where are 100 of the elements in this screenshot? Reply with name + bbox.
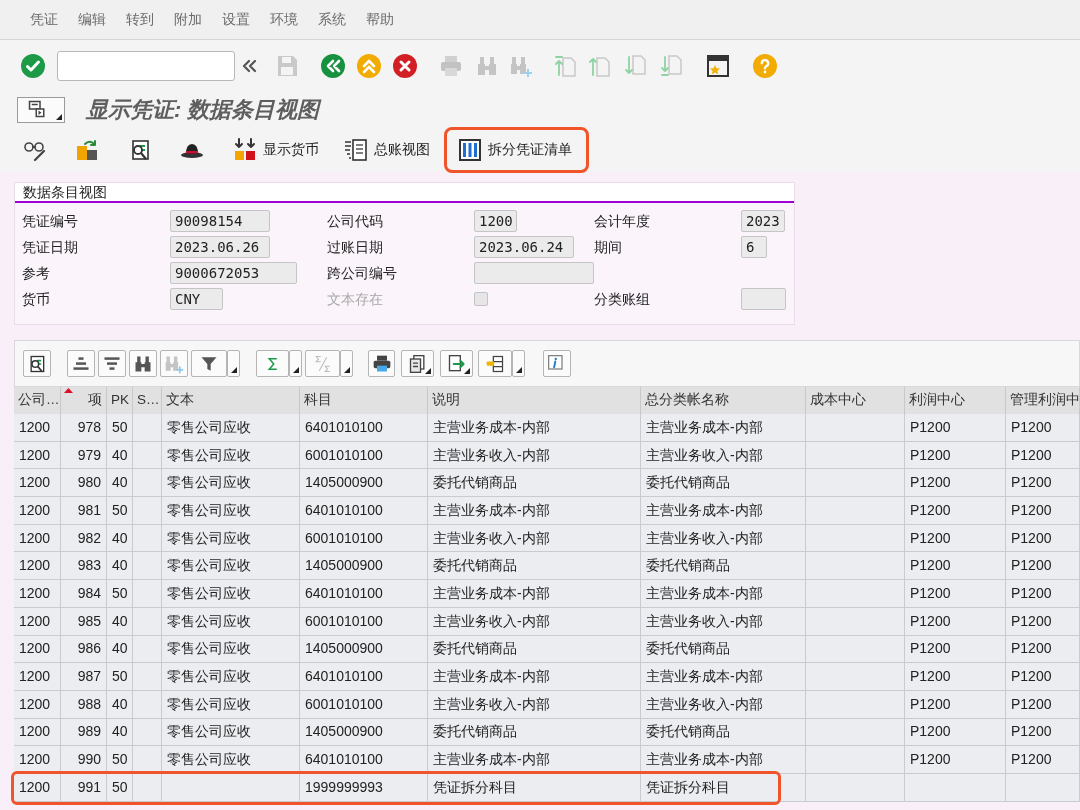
- table-cell: P1200: [905, 469, 1006, 498]
- table-cell: 1200: [14, 607, 61, 636]
- table-cell: 6401010100: [300, 497, 428, 525]
- views-button[interactable]: [401, 350, 434, 377]
- currency-button[interactable]: 显示货币: [233, 134, 319, 165]
- table-cell: 主营业务收入-内部: [428, 441, 641, 470]
- columns-icon: [458, 137, 482, 162]
- table-cell: [133, 607, 162, 636]
- menu-item[interactable]: 设置: [222, 9, 250, 30]
- table-cell: 零售公司应收: [162, 690, 300, 719]
- table-cell: 主营业务收入-内部: [428, 690, 641, 719]
- info-button[interactable]: [543, 350, 571, 377]
- table-cell: [133, 441, 162, 470]
- table-cell: 主营业务成本-内部: [428, 580, 641, 608]
- input-field[interactable]: 2023.06.24: [474, 236, 574, 258]
- table-cell: 6001010100: [300, 441, 428, 470]
- table-cell: P1200: [905, 580, 1006, 608]
- input-field[interactable]: CNY: [170, 288, 223, 310]
- table-cell: P1200: [1006, 746, 1080, 774]
- menu-button[interactable]: [17, 96, 65, 123]
- menu-item[interactable]: 转到: [126, 9, 154, 30]
- table-cell: P1200: [905, 718, 1006, 747]
- input-field[interactable]: 90098154: [170, 210, 270, 232]
- table-cell: 委托代销商品: [428, 635, 641, 664]
- table-cell: 零售公司应收: [162, 718, 300, 747]
- menu-item[interactable]: 环境: [270, 9, 298, 30]
- command-field[interactable]: [57, 51, 235, 81]
- input-field[interactable]: 1200: [474, 210, 517, 232]
- table-cell: 主营业务成本-内部: [641, 580, 806, 608]
- table-cell: 零售公司应收: [162, 746, 300, 774]
- table-cell: [133, 663, 162, 691]
- ledger-view-button[interactable]: 总账视图: [344, 134, 430, 165]
- dropdown-button[interactable]: [227, 350, 240, 377]
- split-list-button[interactable]: 拆分凭证清单: [444, 126, 589, 173]
- table-cell: 6001010100: [300, 607, 428, 636]
- field-label: 参考: [22, 263, 51, 283]
- menu-item[interactable]: 附加: [174, 9, 202, 30]
- layout-button[interactable]: [478, 350, 512, 377]
- input-field[interactable]: 2023: [741, 210, 785, 232]
- table-cell: 1200: [14, 552, 61, 581]
- table-cell: 1200: [14, 718, 61, 747]
- menu-item[interactable]: 编辑: [78, 9, 106, 30]
- double-chevron-left-icon[interactable]: [241, 58, 257, 74]
- caret-icon: [464, 368, 470, 374]
- table-cell: 1200: [14, 663, 61, 691]
- input-field[interactable]: 2023.06.26: [170, 236, 270, 258]
- table-cell: 990: [61, 746, 107, 774]
- table-cell: [133, 524, 162, 553]
- table-cell: 982: [61, 524, 107, 553]
- sort-ascending-button[interactable]: [67, 350, 95, 377]
- table-cell: 983: [61, 552, 107, 581]
- table-cell: P1200: [905, 607, 1006, 636]
- table-cell: 凭证拆分科目: [428, 773, 641, 802]
- table-cell: 1405000900: [300, 552, 428, 581]
- sort-descending-button[interactable]: [98, 350, 126, 377]
- check-icon[interactable]: [21, 54, 45, 78]
- back-icon[interactable]: [321, 54, 345, 78]
- table-cell: 零售公司应收: [162, 635, 300, 664]
- table-cell: P1200: [1006, 635, 1080, 664]
- menu-item[interactable]: 帮助: [366, 9, 394, 30]
- table-cell: P1200: [1006, 690, 1080, 719]
- input-field[interactable]: 9000672053: [170, 262, 297, 284]
- print-button[interactable]: [368, 350, 395, 377]
- filter-button[interactable]: [191, 350, 227, 377]
- dropdown-button[interactable]: [340, 350, 353, 377]
- table-cell: P1200: [905, 414, 1006, 442]
- find-button[interactable]: [129, 350, 157, 377]
- table-cell: 1200: [14, 524, 61, 553]
- export-button[interactable]: [440, 350, 473, 377]
- table-cell: 991: [61, 773, 107, 802]
- table-cell: 零售公司应收: [162, 441, 300, 470]
- dropdown-button[interactable]: [289, 350, 302, 377]
- window-title: 显示凭证: 数据条目视图: [86, 96, 320, 124]
- table-cell: 零售公司应收: [162, 552, 300, 581]
- table-cell: 985: [61, 607, 107, 636]
- squares-arrow-icon[interactable]: [75, 137, 99, 162]
- cancel-icon[interactable]: [393, 54, 417, 78]
- menu-item[interactable]: 系统: [318, 9, 346, 30]
- input-field[interactable]: 6: [741, 236, 767, 258]
- table-cell: 6401010100: [300, 580, 428, 608]
- table-cell: 零售公司应收: [162, 469, 300, 498]
- input-field[interactable]: [474, 262, 594, 284]
- table-cell: P1200: [905, 635, 1006, 664]
- input-field[interactable]: [741, 288, 786, 310]
- dropdown-button[interactable]: [512, 350, 525, 377]
- table-cell: 1999999993: [300, 773, 428, 802]
- table-cell: [133, 552, 162, 581]
- caret-icon: [515, 367, 522, 373]
- table-cell: 主营业务收入-内部: [641, 607, 806, 636]
- table-cell: P1200: [905, 524, 1006, 553]
- caret-icon: [230, 367, 237, 373]
- table-cell: 1200: [14, 773, 61, 802]
- details-button[interactable]: [23, 350, 51, 377]
- table-cell: 主营业务成本-内部: [641, 663, 806, 691]
- menu-item[interactable]: 凭证: [30, 9, 58, 30]
- table-cell: 6401010100: [300, 663, 428, 691]
- table-cell: P1200: [905, 497, 1006, 525]
- field-label: 凭证日期: [22, 237, 79, 257]
- table-cell: 1200: [14, 690, 61, 719]
- field-label: 凭证编号: [22, 211, 79, 231]
